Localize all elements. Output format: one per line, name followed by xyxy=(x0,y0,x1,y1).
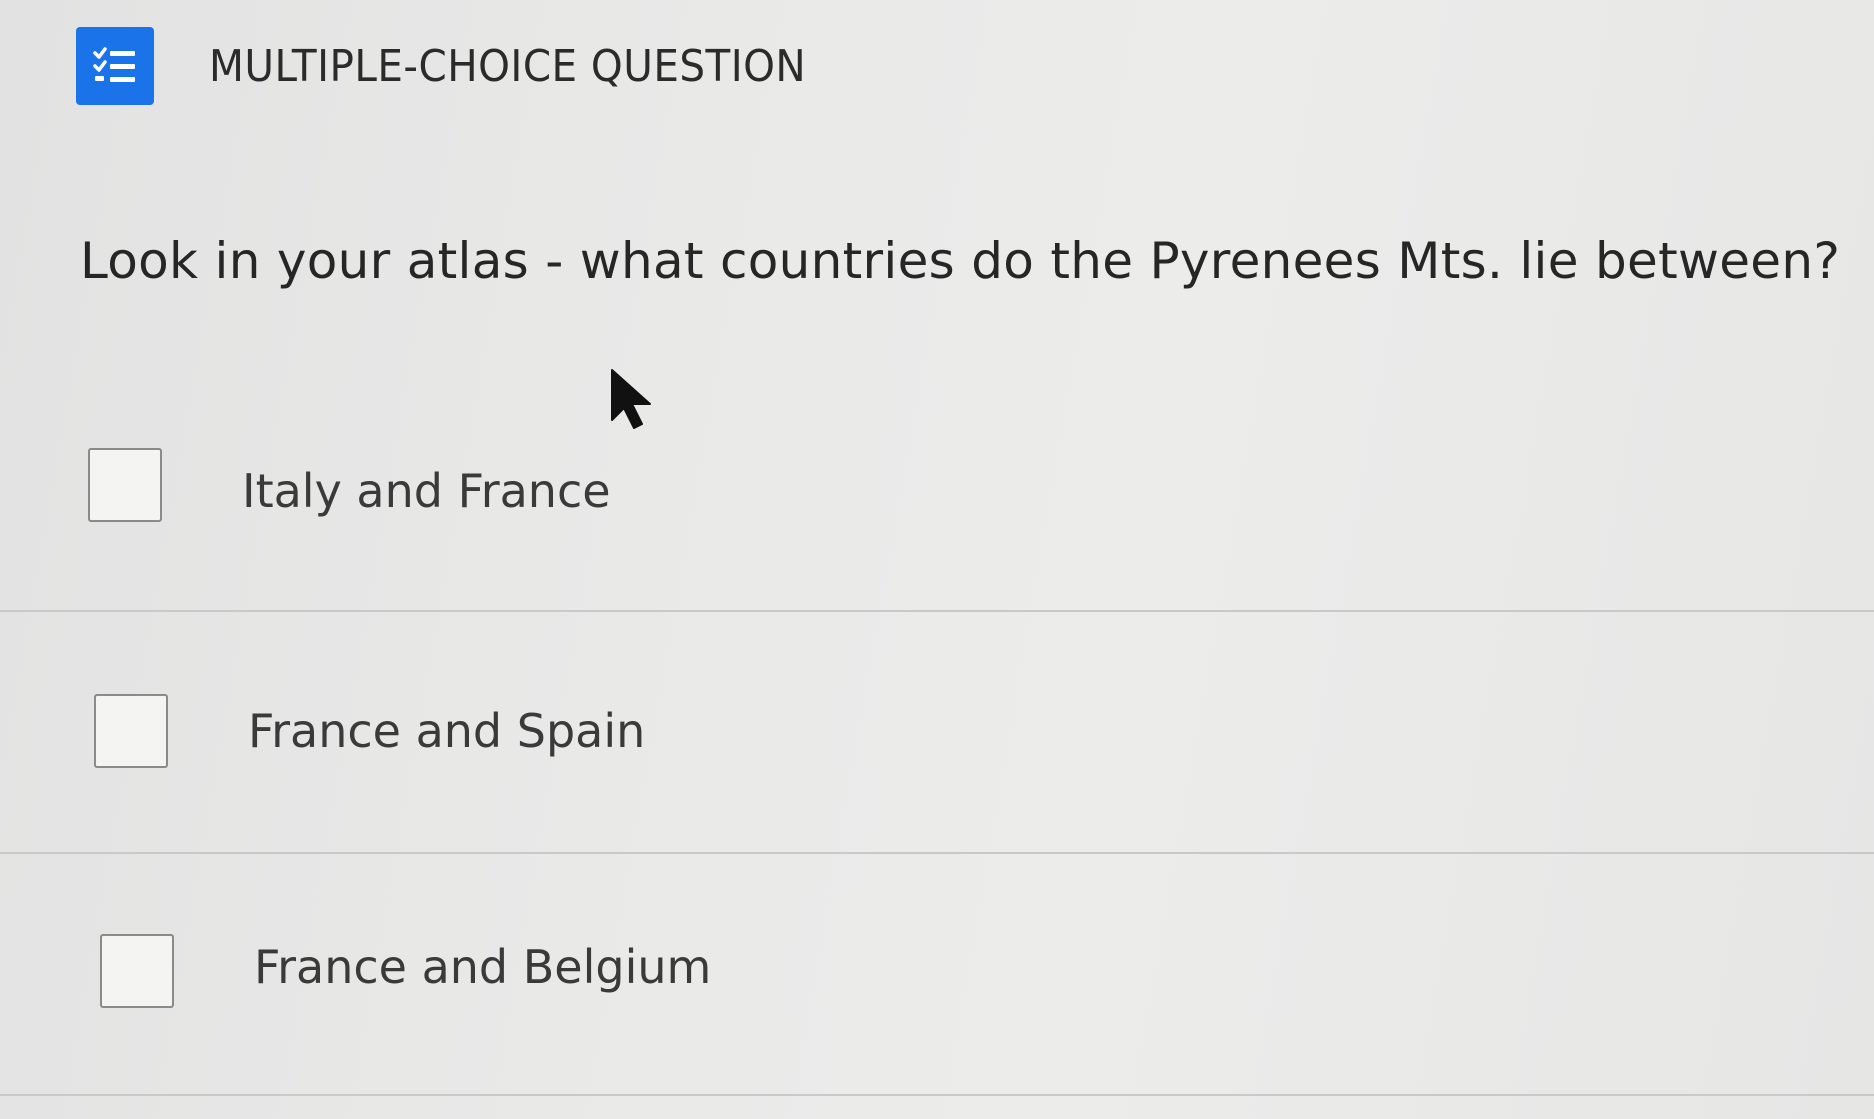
option-checkbox[interactable] xyxy=(94,694,168,768)
option-label: France and Spain xyxy=(248,704,646,758)
checklist-icon xyxy=(76,27,154,105)
answer-option[interactable]: France and Spain xyxy=(0,612,1874,854)
question-text: Look in your atlas - what countries do t… xyxy=(80,232,1841,290)
option-checkbox[interactable] xyxy=(100,934,174,1008)
option-checkbox[interactable] xyxy=(88,448,162,522)
answer-option[interactable]: Italy and France xyxy=(0,400,1874,612)
answer-options: Italy and France France and Spain France… xyxy=(0,400,1874,1096)
option-label: Italy and France xyxy=(242,464,611,518)
question-header: MULTIPLE-CHOICE QUESTION xyxy=(76,26,858,106)
option-label: France and Belgium xyxy=(254,940,712,994)
answer-option[interactable]: France and Belgium xyxy=(0,854,1874,1096)
question-type-label: MULTIPLE-CHOICE QUESTION xyxy=(209,40,807,92)
